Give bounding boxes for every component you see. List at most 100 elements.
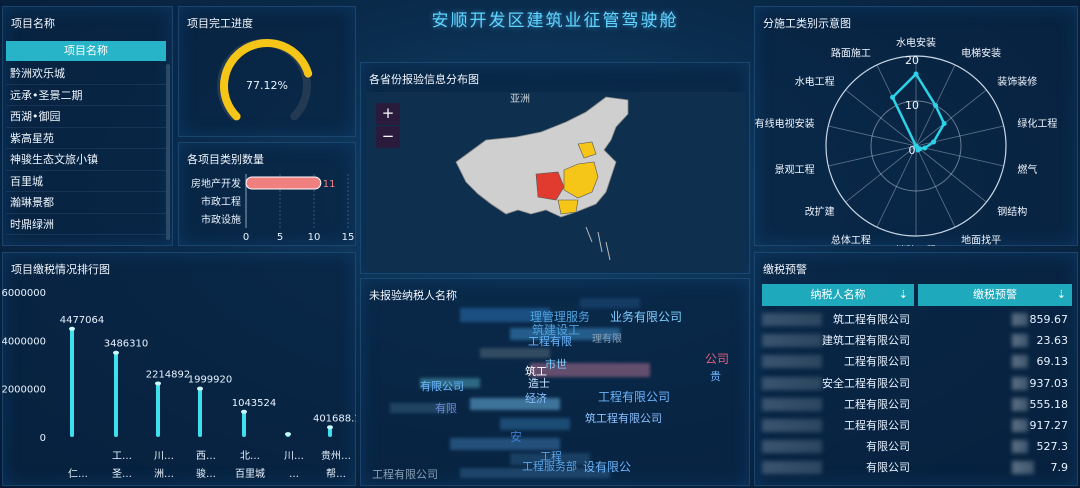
radar-point[interactable] — [890, 94, 896, 100]
category-bar[interactable] — [245, 176, 322, 190]
radar-axis-label: 电梯安装 — [961, 46, 1001, 59]
x-tick-label: … — [289, 469, 299, 480]
radar-axis-label: 改扩建 — [805, 205, 835, 218]
y-tick-label: 2000000 — [2, 385, 46, 396]
ranking-data-label: 1999920 — [188, 375, 233, 386]
zoom-in-button[interactable]: + — [376, 103, 400, 125]
taxpayer-word[interactable]: 贵 — [710, 368, 721, 384]
ranking-bar-cap — [197, 386, 203, 391]
x-tick-label: 10 — [308, 232, 321, 243]
project-list-scrollbar[interactable] — [166, 64, 170, 240]
taxpayer-name: 工程有限公司 — [844, 397, 910, 411]
radar-point[interactable] — [922, 145, 928, 151]
taxpayer-word[interactable]: 理有限 — [592, 330, 622, 345]
china-map[interactable]: 亚洲 — [366, 92, 746, 272]
table-row[interactable]: 建筑工程有限公司 23.63 — [762, 330, 1072, 351]
completion-percent: 77.12% — [246, 79, 288, 92]
table-row[interactable]: 筑工程有限公司 859.67 — [762, 309, 1072, 330]
ranking-bar[interactable] — [198, 388, 202, 437]
y-tick-label: 0 — [40, 433, 46, 444]
ranking-bar-cap — [155, 381, 161, 386]
ranking-bar[interactable] — [114, 352, 118, 437]
taxpayer-name: 工程有限公司 — [844, 419, 910, 432]
project-list-item[interactable]: 时鼎绿洲 — [6, 214, 166, 235]
x-tick-label: 骏… — [196, 467, 216, 480]
taxpayer-word[interactable]: 设有限公 — [583, 458, 631, 475]
table-row[interactable]: 工程有限公司 555.18 — [762, 394, 1072, 415]
x-tick-label: 工… — [112, 451, 132, 462]
taxpayer-name: 建筑工程有限公司 — [822, 334, 910, 348]
ranking-bar[interactable] — [242, 411, 246, 437]
bar-data-label: 11 — [323, 179, 336, 190]
ranking-data-label: 1043524 — [232, 398, 277, 409]
ranking-bar-cap — [285, 432, 291, 437]
project-list-item[interactable]: 紫高星苑 — [6, 128, 166, 149]
tax-warning-value: 917.27 — [1029, 419, 1069, 432]
project-list: 黔洲欢乐城 远承•圣景二期 西湖•御园 紫高星苑 神骏生态文旅小镇 百里城 瀚琳景都 时鼎绿洲 — [6, 63, 166, 235]
col-taxpayer-name-header[interactable]: 纳税人名称 ⇣ — [762, 284, 914, 306]
radar-point[interactable] — [913, 71, 919, 77]
col-tax-warning-header[interactable]: 缴税预警 ⇣ — [918, 284, 1072, 306]
table-row[interactable]: 工程有限公司 917.27 — [762, 415, 1072, 436]
sort-icon[interactable]: ⇣ — [1057, 284, 1066, 306]
taxpayer-word[interactable]: 造士 — [528, 375, 550, 391]
ranking-bar-cap — [113, 350, 119, 355]
radar-tick-label: 20 — [905, 54, 919, 67]
x-tick-label: 川… — [284, 451, 304, 462]
tax-warning-value: 859.67 — [1029, 313, 1069, 326]
table-row[interactable]: 有限公司 527.3 — [762, 436, 1072, 457]
x-tick-label: 圣… — [112, 468, 132, 480]
sort-icon[interactable]: ⇣ — [899, 284, 908, 306]
table-row[interactable]: 工程有限公司 69.13 — [762, 351, 1072, 372]
radar-point[interactable] — [931, 139, 937, 145]
project-list-header[interactable]: 项目名称 — [6, 41, 166, 61]
taxpayer-word[interactable]: 有限 — [435, 400, 457, 416]
taxpayer-word[interactable]: 经济 — [525, 390, 547, 406]
project-list-item[interactable]: 西湖•御园 — [6, 106, 166, 128]
project-list-item[interactable]: 瀚琳景都 — [6, 192, 166, 214]
radar-tick-label: 10 — [905, 99, 919, 112]
taxpayer-word[interactable]: 业务有限公司 — [610, 308, 682, 325]
category-label: 市政设施 — [201, 213, 241, 226]
taxpayer-word[interactable]: 工程有限公司 — [598, 388, 670, 405]
category-label: 市政工程 — [201, 195, 241, 208]
radar-axis-label: 总体工程 — [831, 234, 871, 246]
radar-point[interactable] — [941, 121, 947, 127]
taxpayer-word[interactable]: 工程有限 — [528, 333, 572, 349]
radar-axis-label: 钢结构 — [997, 205, 1027, 218]
ranking-data-label: 401688.12 — [313, 413, 356, 424]
table-row[interactable]: 有限公司 7.9 — [762, 457, 1072, 478]
project-list-item[interactable]: 百里城 — [6, 171, 166, 192]
x-tick-label: 5 — [277, 232, 283, 243]
table-row[interactable]: 安全工程有限公司 937.03 — [762, 373, 1072, 394]
y-tick-label: 6000000 — [2, 288, 46, 299]
zoom-out-button[interactable]: − — [376, 126, 400, 148]
taxpayer-word[interactable]: 安 — [510, 428, 522, 445]
radar-spoke — [915, 145, 956, 228]
radar-point[interactable] — [933, 102, 939, 108]
ranking-bar[interactable] — [70, 328, 74, 437]
radar-point[interactable] — [913, 143, 919, 149]
x-tick-label: 仁… — [68, 468, 88, 480]
taxpayer-word[interactable]: 筑工程有限公司 — [585, 410, 662, 426]
completion-gauge: 77.12% — [217, 38, 313, 121]
project-list-item[interactable]: 神骏生态文旅小镇 — [6, 149, 166, 171]
map-region-label: 亚洲 — [510, 93, 530, 105]
x-tick-label: 15 — [342, 232, 355, 243]
taxpayer-word[interactable]: 工程有限公司 — [372, 466, 438, 482]
redacted-block — [480, 348, 550, 358]
ranking-bar[interactable] — [156, 383, 160, 437]
radar-axis-label: 水电安装 — [896, 36, 936, 49]
map-province-yellow-south — [557, 199, 579, 215]
project-list-item[interactable]: 远承•圣景二期 — [6, 85, 166, 106]
radar-axis-label: 燃气 — [1017, 163, 1037, 176]
taxpayer-word[interactable]: 工程 — [540, 448, 562, 464]
radar-chart: 水电安装电梯安装装饰装修绿化工程燃气钢结构地面找平消防工程 总体工程 改扩建 景观工程… — [755, 36, 1058, 246]
taxpayer-word[interactable]: 公司 — [705, 350, 729, 367]
taxpayer-word[interactable]: 市世 — [545, 356, 567, 372]
dashboard-title: 安顺开发区建筑业征管驾驶舱 — [431, 11, 679, 31]
taxpayer-word[interactable]: 有限公司 — [420, 378, 464, 394]
project-list-item[interactable]: 黔洲欢乐城 — [6, 63, 166, 85]
taxpayer-name: 工程有限公司 — [844, 355, 910, 369]
radar-axis-label: 绿化工程 — [1017, 117, 1057, 130]
